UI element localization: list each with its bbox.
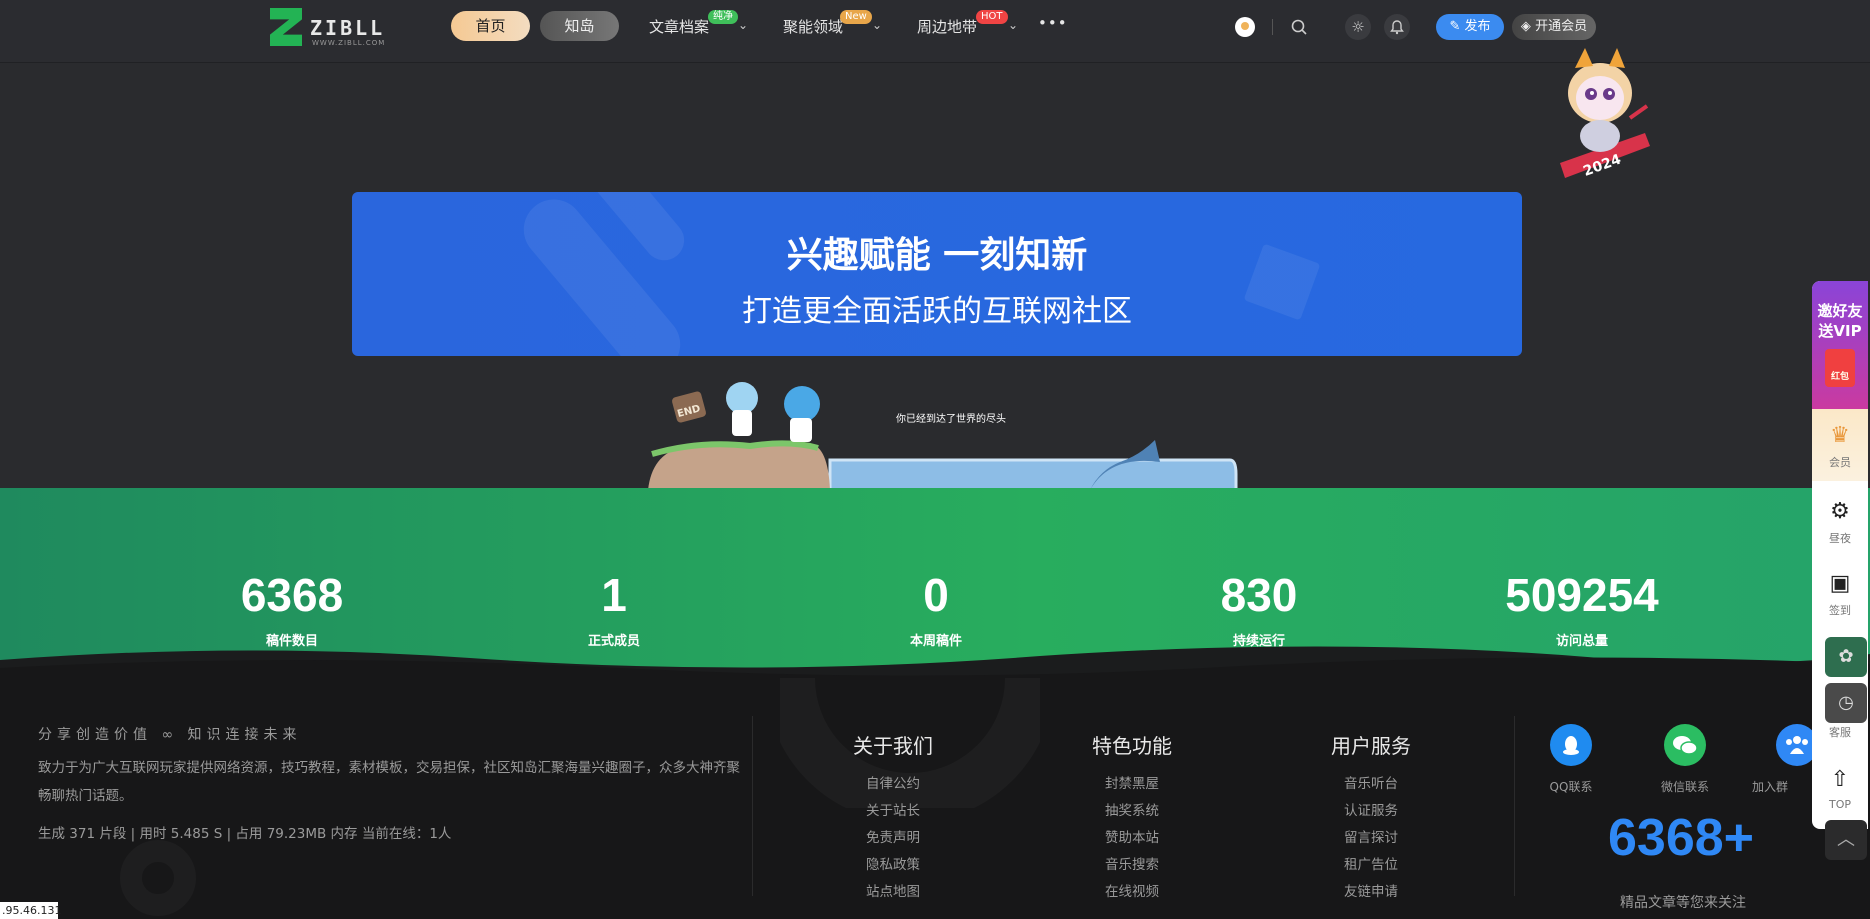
arrow-up-icon: ⇧ xyxy=(1830,767,1850,792)
gift-float-button[interactable]: ✿ xyxy=(1825,637,1867,677)
nav-articles[interactable]: 文章档案 xyxy=(649,16,709,37)
theme-sun-icon[interactable]: ☼ xyxy=(1345,14,1371,40)
nav-badge-articles: 纯净 xyxy=(708,10,738,24)
sidebar-item-top[interactable]: ⇧ TOP xyxy=(1812,767,1868,811)
end-of-world-text: 你已经到达了世界的尽头 xyxy=(896,414,1006,425)
footer-divider xyxy=(1514,716,1515,896)
stat-value: 830 xyxy=(1220,569,1298,621)
publish-button[interactable]: ✎ 发布 xyxy=(1436,14,1504,40)
sidebar-item-label: 客服 xyxy=(1829,726,1851,739)
sidebar-item-checkin[interactable]: ▣ 签到 xyxy=(1812,571,1868,618)
chevron-down-icon[interactable]: ⌄ xyxy=(1008,18,1018,32)
footer-link[interactable]: 音乐听台 xyxy=(1301,772,1441,792)
end-of-world-illustration: END xyxy=(640,370,1240,492)
footer-link[interactable]: 封禁黑屋 xyxy=(1062,772,1202,792)
footer-big-number: 6368+ xyxy=(1608,809,1755,867)
nav-badge-domains: New xyxy=(840,10,872,24)
promo-line-2: 送VIP xyxy=(1818,322,1862,340)
chevron-down-icon[interactable]: ⌄ xyxy=(738,18,748,32)
footer-link[interactable]: 站点地图 xyxy=(823,880,963,900)
open-vip-button[interactable]: ◈ 开通会员 xyxy=(1512,14,1596,40)
footer-link[interactable]: 隐私政策 xyxy=(823,853,963,873)
sidebar-item-daynight[interactable]: ⚙ 昼夜 xyxy=(1812,499,1868,546)
social-label-group: 加入群 xyxy=(1752,780,1789,794)
footer-link[interactable]: 友链申请 xyxy=(1301,880,1441,900)
site-logo[interactable]: ZIBLL WWW.ZIBLL.COM xyxy=(270,8,390,48)
gear-icon: ⚙ xyxy=(1830,499,1850,524)
back-to-top-button[interactable]: ︿ xyxy=(1825,820,1867,860)
footer-divider xyxy=(752,716,753,896)
social-label-wechat: 微信联系 xyxy=(1660,780,1709,794)
footer-col-title-services: 用户服务 xyxy=(1331,734,1411,758)
stat-weekly: 0 本周稿件 xyxy=(786,568,1086,649)
footer-col-title-features: 特色功能 xyxy=(1092,734,1172,758)
stat-visits: 509254 访问总量 xyxy=(1432,568,1732,649)
nav-domains[interactable]: 聚能领域 xyxy=(783,16,843,37)
nav-peripheral[interactable]: 周边地带 xyxy=(917,16,977,37)
footer-description: 致力于为广大互联网玩家提供网络资源，技巧教程，素材模板，交易担保，社区知岛汇聚海… xyxy=(38,760,740,804)
footer-link[interactable]: 抽奖系统 xyxy=(1062,799,1202,819)
avatar[interactable] xyxy=(1232,14,1258,40)
promo-tag: 红包 xyxy=(1830,372,1849,382)
wave-divider xyxy=(0,646,1870,678)
chevron-down-icon[interactable]: ⌄ xyxy=(872,18,882,32)
footer-link[interactable]: 认证服务 xyxy=(1301,799,1441,819)
sidebar-item-vip[interactable]: ♛ 会员 xyxy=(1812,409,1868,481)
calendar-icon: ▣ xyxy=(1829,571,1851,596)
nav-badge-peripheral: HOT xyxy=(976,10,1008,24)
tab-home[interactable]: 首页 xyxy=(451,11,530,41)
logo-word: ZIBLL xyxy=(310,16,386,40)
footer-link[interactable]: 关于站长 xyxy=(823,799,963,819)
stat-value: 6368 xyxy=(240,569,344,621)
wechat-icon[interactable] xyxy=(1664,724,1706,766)
footer-col-title-about: 关于我们 xyxy=(853,734,933,758)
header-divider xyxy=(1272,19,1273,35)
promo-line-1: 邀好友 xyxy=(1817,302,1863,320)
footer-status-line: 生成 371 片段 | 用时 5.485 S | 占用 79.23MB 内存 当… xyxy=(38,826,452,842)
sidebar-item-label: TOP xyxy=(1828,798,1851,811)
publish-label: 发布 xyxy=(1464,19,1491,34)
stat-running: 830 持续运行 xyxy=(1109,568,1409,649)
clock-float-button[interactable]: ◷ xyxy=(1825,683,1867,723)
footer-link[interactable]: 免责声明 xyxy=(823,826,963,846)
stat-value: 1 xyxy=(601,569,627,621)
footer-link[interactable]: 自律公约 xyxy=(823,772,963,792)
footer-link[interactable]: 在线视频 xyxy=(1062,880,1202,900)
more-menu-icon[interactable]: ••• xyxy=(1038,14,1068,32)
footer-decoration xyxy=(120,840,196,916)
stat-value: 0 xyxy=(923,569,949,621)
sidebar-item-label: 会员 xyxy=(1829,456,1851,469)
bell-icon[interactable] xyxy=(1384,14,1410,40)
footer-link[interactable]: 音乐搜索 xyxy=(1062,853,1202,873)
tab-zhidao[interactable]: 知岛 xyxy=(540,11,619,41)
right-float-sidebar: 邀好友 送VIP 红包 ♛ 会员 ⚙ 昼夜 ▣ 签到 ☊ 客服 ⇧ TOP xyxy=(1812,281,1868,829)
logo-mark-icon xyxy=(270,8,302,46)
logo-subtext: WWW.ZIBLL.COM xyxy=(312,39,386,47)
banner-title: 兴趣赋能 一刻知新 xyxy=(786,235,1088,276)
footer-link[interactable]: 租广告位 xyxy=(1301,853,1441,873)
footer-slogan: 分享创造价值 ∞ 知识连接未来 xyxy=(38,727,302,743)
footer-link[interactable]: 赞助本站 xyxy=(1062,826,1202,846)
vip-label: 开通会员 xyxy=(1535,19,1588,34)
stat-members: 1 正式成员 xyxy=(464,568,764,649)
sidebar-item-label: 昼夜 xyxy=(1829,532,1851,545)
stat-value: 509254 xyxy=(1505,569,1659,621)
crown-icon: ♛ xyxy=(1830,423,1850,448)
banner-subtitle: 打造更全面活跃的互联网社区 xyxy=(742,294,1132,329)
stat-articles: 6368 稿件数目 xyxy=(142,568,442,649)
stats-band: 6368 稿件数目 1 正式成员 0 本周稿件 830 持续运行 509254 … xyxy=(0,488,1870,678)
hero-banner: 兴趣赋能 一刻知新 打造更全面活跃的互联网社区 xyxy=(352,192,1522,356)
sidebar-item-label: 签到 xyxy=(1829,604,1851,617)
qq-icon[interactable] xyxy=(1550,724,1592,766)
search-icon[interactable] xyxy=(1286,14,1312,40)
red-packet-icon: 红包 xyxy=(1825,349,1855,387)
footer-link[interactable]: 留言探讨 xyxy=(1301,826,1441,846)
dragon-mascot-2024: 2024 xyxy=(1545,38,1655,188)
footer-big-subtext: 精品文章等您来关注 xyxy=(1620,895,1746,911)
ip-address-label: .95.46.131 xyxy=(0,902,62,919)
invite-vip-promo[interactable]: 邀好友 送VIP 红包 xyxy=(1812,281,1868,409)
social-label-qq: QQ联系 xyxy=(1549,780,1593,794)
